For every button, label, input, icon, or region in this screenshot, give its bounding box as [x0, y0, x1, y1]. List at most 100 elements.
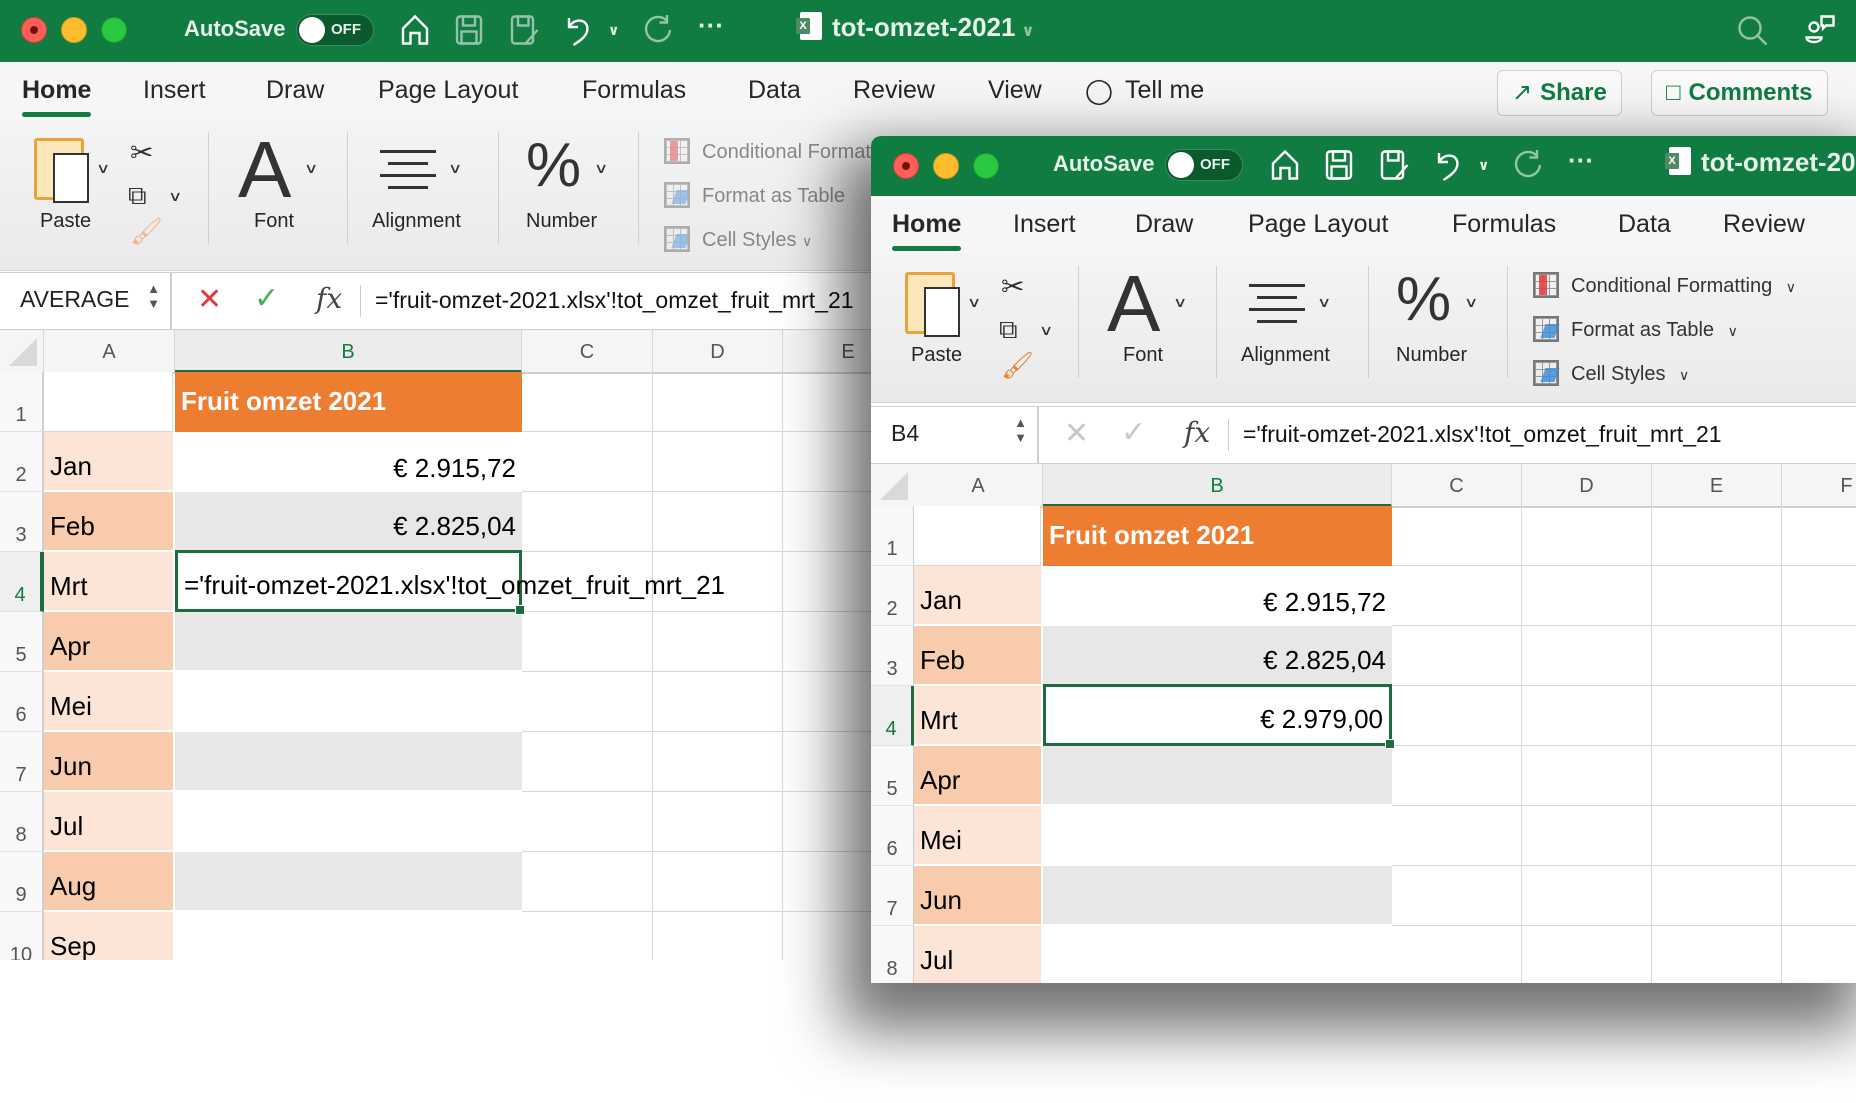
copy-dropdown-icon[interactable]: ∨ — [168, 188, 182, 205]
name-box[interactable]: AVERAGE ▲ ▼ — [0, 273, 172, 329]
cell-a3[interactable]: Feb — [914, 626, 1041, 686]
cell-d1[interactable] — [653, 372, 783, 432]
column-header-d[interactable]: D — [1522, 464, 1652, 508]
tab-review[interactable]: Review — [1723, 210, 1805, 239]
cell-b8[interactable] — [175, 792, 522, 852]
formula-input[interactable]: ='fruit-omzet-2021.xlsx'!tot_omzet_fruit… — [1243, 421, 1722, 448]
spreadsheet-grid[interactable]: A B C D E F 1 Fruit omzet 2021 2 Jan € 2.915,72 3 Fe… — [871, 464, 1856, 983]
cell-a2[interactable]: Jan — [44, 432, 173, 492]
cell-f8[interactable] — [1782, 926, 1856, 983]
conditional-formatting-button[interactable]: Conditional Formatting — [664, 138, 903, 164]
cell-f6[interactable] — [1782, 806, 1856, 866]
cell-d5[interactable] — [653, 612, 783, 672]
column-header-c[interactable]: C — [1392, 464, 1522, 508]
cell-a8[interactable]: Jul — [44, 792, 173, 852]
cell-a5[interactable]: Apr — [914, 746, 1041, 806]
save-as-icon[interactable] — [506, 12, 542, 48]
format-as-table-button[interactable]: Format as Table ∨ — [1533, 316, 1738, 342]
cell-e3[interactable] — [1652, 626, 1782, 686]
redo-icon[interactable] — [1510, 147, 1546, 183]
column-header-b[interactable]: B — [1043, 464, 1392, 508]
row-header-7[interactable]: 7 — [871, 866, 915, 926]
cell-c8[interactable] — [1392, 926, 1522, 983]
cell-c8[interactable] — [522, 792, 653, 852]
tab-draw[interactable]: Draw — [1135, 210, 1193, 239]
cut-icon[interactable]: ✂ — [130, 136, 153, 169]
cell-d5[interactable] — [1522, 746, 1652, 806]
select-all-corner[interactable] — [0, 330, 44, 374]
cell-d10[interactable] — [653, 912, 783, 960]
cell-a2[interactable]: Jan — [914, 566, 1041, 626]
cell-b6[interactable] — [175, 672, 522, 732]
tab-page-layout[interactable]: Page Layout — [378, 76, 518, 105]
document-title[interactable]: tot-omzet-2021 — [1665, 147, 1856, 178]
cell-c2[interactable] — [1392, 566, 1522, 626]
cell-d8[interactable] — [1522, 926, 1652, 983]
cell-c5[interactable] — [1392, 746, 1522, 806]
save-icon[interactable] — [1321, 147, 1357, 183]
cell-b3[interactable]: € 2.825,04 — [175, 492, 522, 552]
cell-e2[interactable] — [1652, 566, 1782, 626]
autosave-toggle[interactable]: OFF — [1165, 149, 1243, 181]
row-header-2[interactable]: 2 — [871, 566, 915, 626]
cell-f7[interactable] — [1782, 866, 1856, 926]
fill-handle[interactable] — [515, 605, 525, 615]
people-comments-icon[interactable] — [1802, 12, 1838, 48]
cell-a10[interactable]: Sep — [44, 912, 173, 960]
column-header-a[interactable]: A — [914, 464, 1043, 508]
font-group[interactable]: A ∨ Font — [1099, 254, 1199, 402]
row-header-8[interactable]: 8 — [0, 792, 44, 852]
row-header-6[interactable]: 6 — [0, 672, 44, 732]
cell-f1[interactable] — [1782, 506, 1856, 566]
cell-a6[interactable]: Mei — [44, 672, 173, 732]
paste-dropdown-icon[interactable]: ∨ — [96, 160, 110, 177]
column-header-c[interactable]: C — [522, 330, 653, 374]
document-title[interactable]: tot-omzet-2021∨ — [796, 12, 1034, 43]
cell-b4[interactable]: € 2.979,00 — [1043, 684, 1395, 749]
cell-d3[interactable] — [653, 492, 783, 552]
insert-function-icon[interactable]: fx — [1184, 416, 1210, 449]
row-header-7[interactable]: 7 — [0, 732, 44, 792]
tab-home[interactable]: Home — [892, 210, 962, 251]
undo-icon[interactable] — [560, 12, 596, 48]
search-icon[interactable] — [1735, 13, 1771, 49]
cell-d4[interactable] — [1522, 686, 1652, 746]
paste-icon[interactable] — [34, 138, 89, 203]
paste-label[interactable]: Paste — [911, 344, 962, 367]
column-header-a[interactable]: A — [44, 330, 175, 374]
cell-c4[interactable] — [1392, 686, 1522, 746]
save-as-icon[interactable] — [1376, 147, 1412, 183]
autosave-toggle[interactable]: OFF — [296, 14, 374, 46]
table-header-cell[interactable]: Fruit omzet 2021 — [175, 372, 522, 432]
cell-b5[interactable] — [175, 612, 522, 672]
cell-b4[interactable]: ='fruit-omzet-2021.xlsx'!tot_omzet_fruit… — [175, 550, 725, 615]
save-icon[interactable] — [451, 12, 487, 48]
cell-b2[interactable]: € 2.915,72 — [1043, 566, 1392, 626]
cell-d2[interactable] — [653, 432, 783, 492]
cell-d7[interactable] — [1522, 866, 1652, 926]
redo-icon[interactable] — [640, 12, 676, 48]
tab-insert[interactable]: Insert — [143, 76, 206, 105]
copy-icon[interactable]: ⧉ — [999, 314, 1018, 346]
title-dropdown-icon[interactable]: ∨ — [1021, 23, 1034, 40]
tab-review[interactable]: Review — [853, 76, 935, 105]
cell-b7[interactable] — [1043, 866, 1392, 926]
alignment-group[interactable]: ∨ Alignment — [370, 120, 490, 270]
insert-function-icon[interactable]: fx — [316, 282, 342, 315]
cell-a3[interactable]: Feb — [44, 492, 173, 552]
column-header-b[interactable]: B — [175, 330, 522, 374]
conditional-formatting-button[interactable]: Conditional Formatting ∨ — [1533, 272, 1796, 298]
formula-input[interactable]: ='fruit-omzet-2021.xlsx'!tot_omzet_fruit… — [375, 287, 854, 314]
name-box[interactable]: B4 ▲ ▼ — [871, 407, 1039, 463]
cell-d2[interactable] — [1522, 566, 1652, 626]
copy-dropdown-icon[interactable]: ∨ — [1039, 322, 1053, 339]
cell-d9[interactable] — [653, 852, 783, 912]
tab-home[interactable]: Home — [22, 76, 92, 117]
column-header-e[interactable]: E — [1652, 464, 1782, 508]
cell-a1[interactable] — [914, 506, 1041, 566]
cut-icon[interactable]: ✂ — [1001, 270, 1024, 303]
cell-a7[interactable]: Jun — [44, 732, 173, 792]
cell-c9[interactable] — [522, 852, 653, 912]
confirm-edit-icon[interactable]: ✓ — [1121, 415, 1146, 450]
cell-a4[interactable]: Mrt — [914, 686, 1041, 746]
